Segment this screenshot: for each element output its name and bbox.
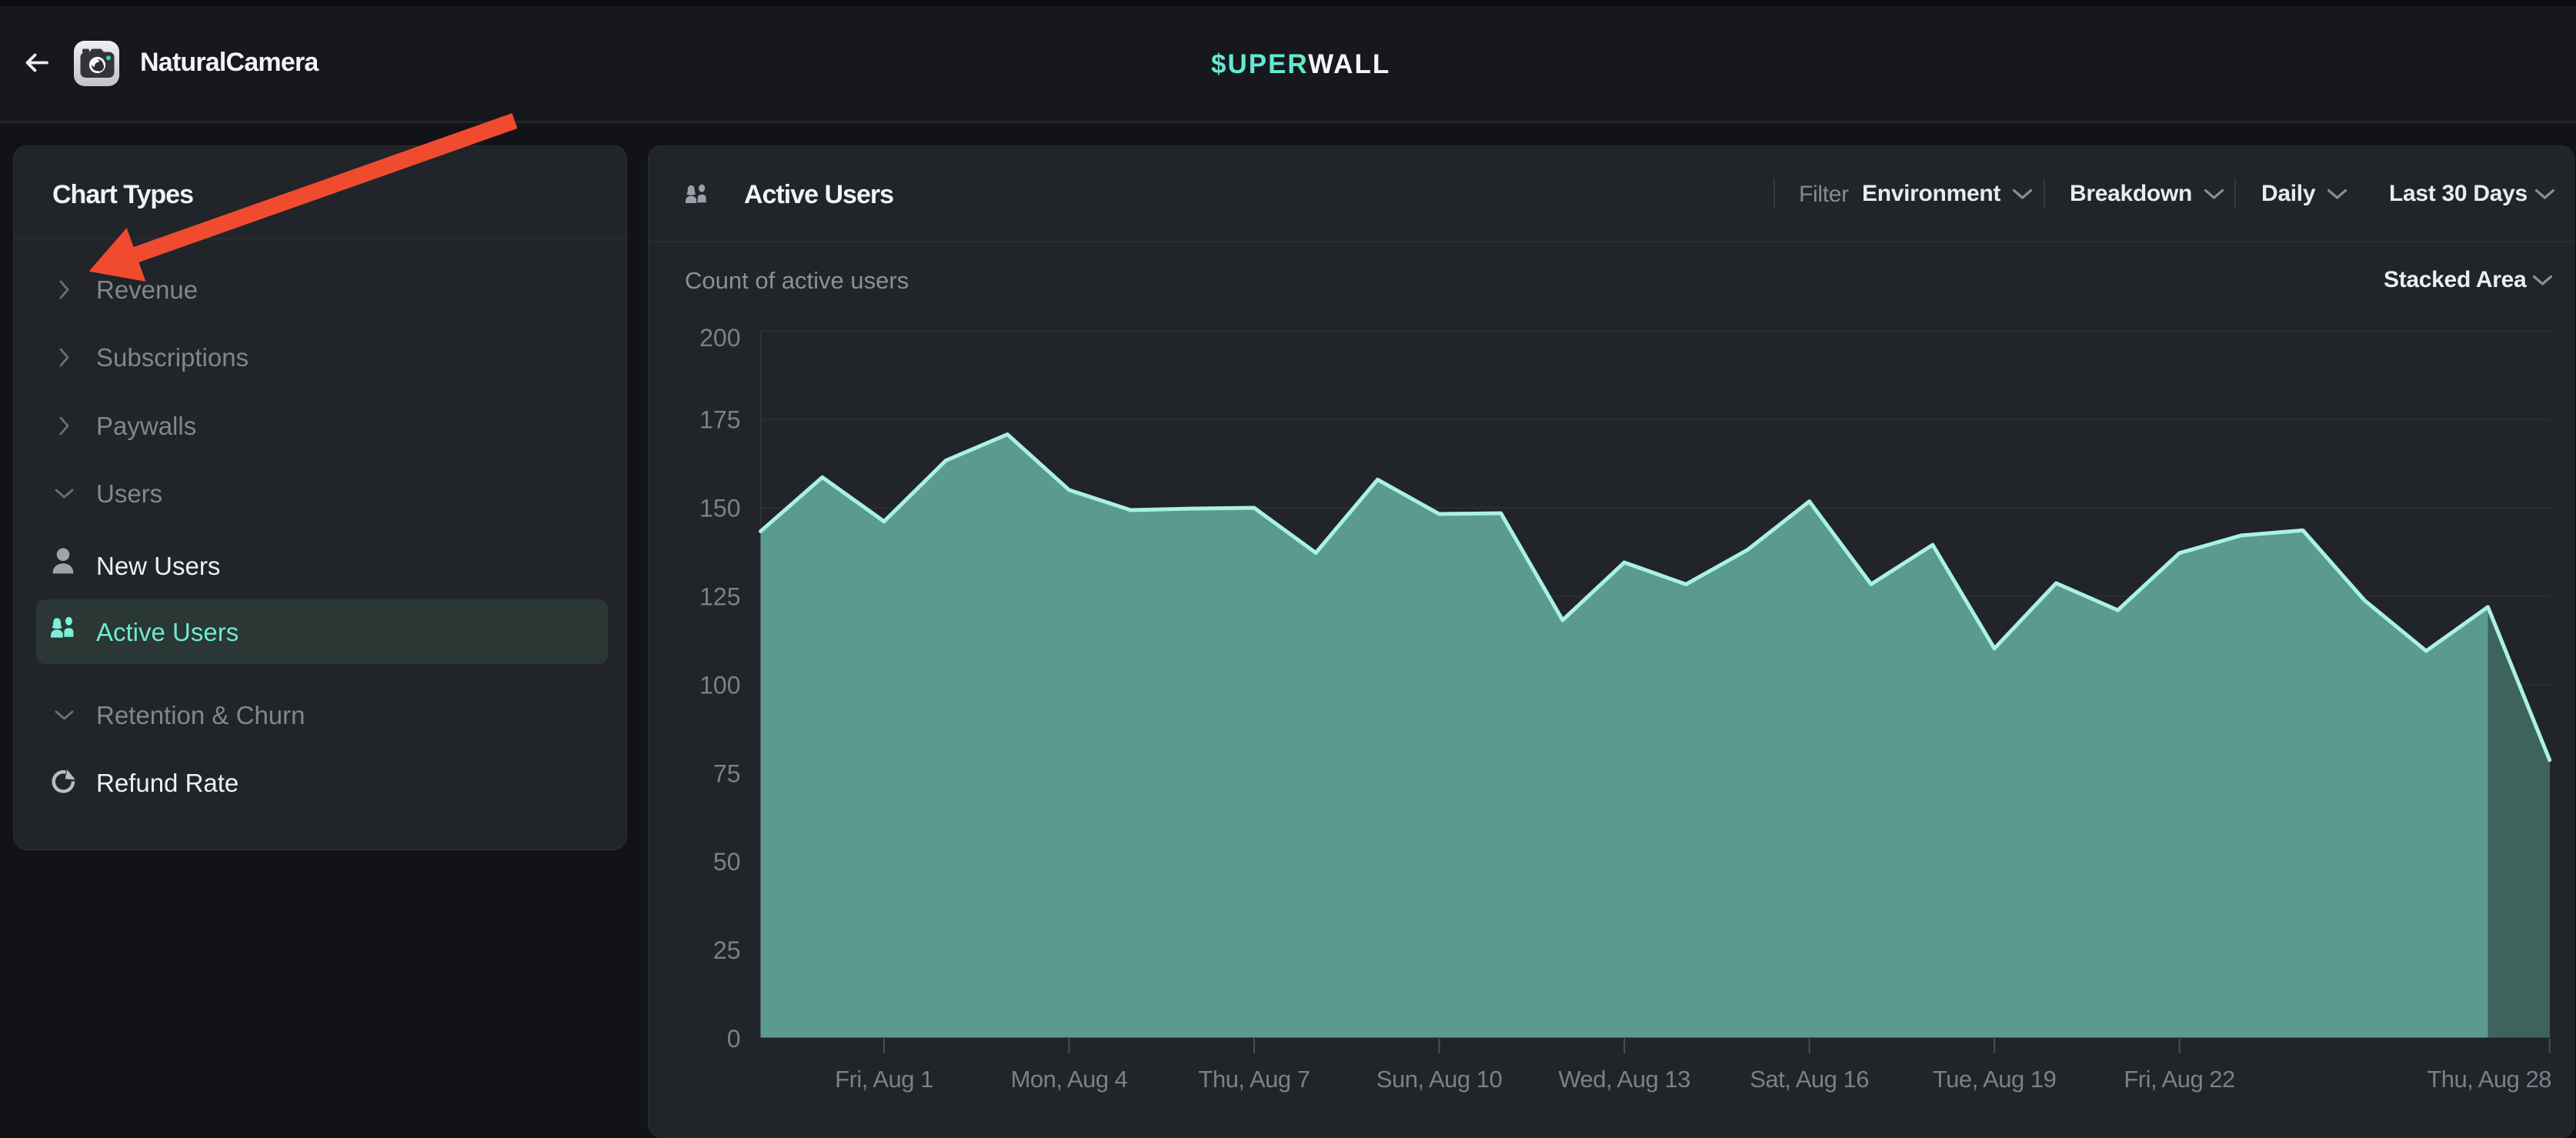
svg-text:Thu, Aug 28: Thu, Aug 28 xyxy=(2427,1066,2551,1093)
svg-text:100: 100 xyxy=(699,671,740,699)
svg-text:150: 150 xyxy=(699,495,740,522)
svg-text:Wed, Aug 13: Wed, Aug 13 xyxy=(1558,1066,1690,1093)
svg-text:Mon, Aug 4: Mon, Aug 4 xyxy=(1011,1066,1128,1093)
svg-text:Thu, Aug 7: Thu, Aug 7 xyxy=(1199,1066,1310,1093)
svg-text:Tue, Aug 19: Tue, Aug 19 xyxy=(1933,1066,2057,1093)
svg-text:Sat, Aug 16: Sat, Aug 16 xyxy=(1750,1066,1869,1093)
svg-text:75: 75 xyxy=(713,759,741,787)
svg-text:Fri, Aug 22: Fri, Aug 22 xyxy=(2124,1066,2234,1093)
svg-text:50: 50 xyxy=(713,848,741,876)
svg-text:25: 25 xyxy=(713,936,741,964)
svg-text:200: 200 xyxy=(699,324,740,352)
svg-text:175: 175 xyxy=(699,406,740,434)
svg-text:Sun, Aug 10: Sun, Aug 10 xyxy=(1376,1066,1503,1093)
svg-text:0: 0 xyxy=(727,1025,741,1053)
svg-text:Fri, Aug 1: Fri, Aug 1 xyxy=(835,1066,933,1093)
svg-text:125: 125 xyxy=(699,583,740,611)
